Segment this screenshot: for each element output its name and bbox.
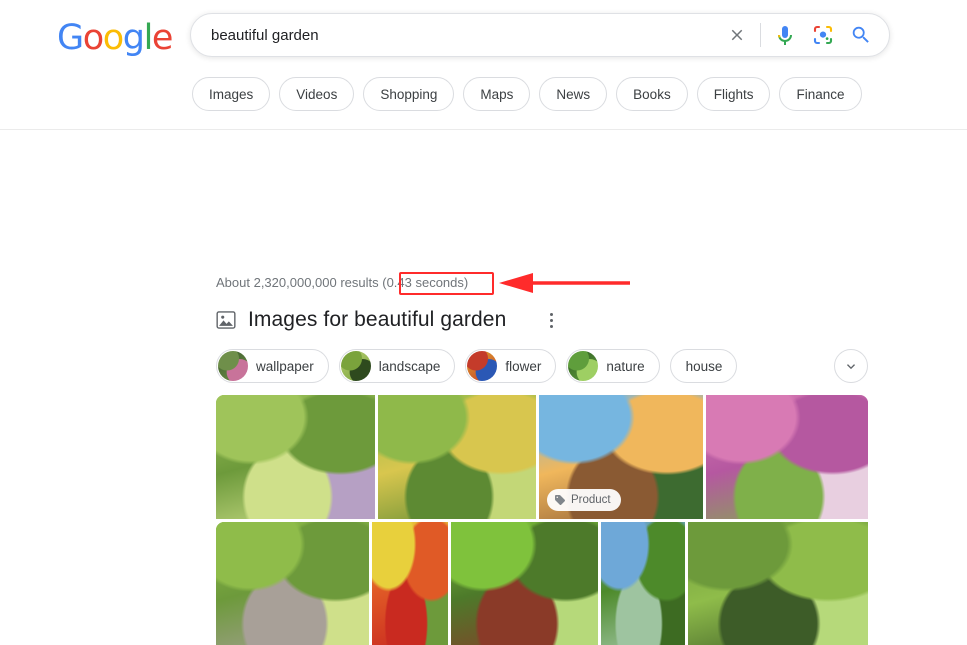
image-thumbnail — [216, 522, 369, 645]
image-thumbnail — [450, 522, 599, 645]
tab-news[interactable]: News — [539, 77, 608, 111]
image-thumbnail — [216, 395, 375, 519]
image-tile-lawn-with-tree[interactable] — [450, 522, 599, 645]
logo-letter-g: g — [122, 18, 145, 58]
logo-letter-o1: o — [82, 18, 104, 58]
microphone-icon[interactable] — [773, 23, 797, 47]
tab-maps[interactable]: Maps — [463, 77, 531, 111]
image-tile-hedge-water-canal[interactable] — [601, 522, 685, 645]
filter-chip-flower[interactable]: flower — [465, 349, 557, 383]
chip-label: flower — [505, 358, 542, 374]
chip-thumbnail-nature — [568, 351, 599, 381]
result-count-text: About 2,320,000,000 results — [216, 275, 383, 290]
tab-flights[interactable]: Flights — [696, 77, 771, 111]
result-time-text: (0.43 seconds) — [382, 275, 469, 290]
image-tile-topiary-garden-view[interactable] — [687, 522, 868, 645]
image-results-grid: Product — [216, 395, 868, 645]
tag-icon — [555, 495, 565, 505]
logo-letter-l: l — [143, 18, 154, 58]
annotation-arrow — [499, 273, 630, 293]
filter-chip-nature[interactable]: nature — [566, 349, 660, 383]
filter-chip-house[interactable]: house — [669, 349, 738, 383]
badge-label: Product — [571, 494, 611, 506]
image-tile-floral-castle-park[interactable] — [706, 395, 868, 519]
search-bar[interactable] — [190, 13, 890, 57]
tab-books[interactable]: Books — [616, 77, 688, 111]
chip-thumbnail-flower — [467, 351, 498, 381]
chip-label: house — [685, 358, 723, 374]
main-content: About 2,320,000,000 results (0.43 second… — [0, 130, 967, 645]
clear-icon[interactable] — [724, 22, 750, 48]
search-divider — [760, 23, 761, 47]
filter-chip-wallpaper[interactable]: wallpaper — [216, 349, 329, 383]
logo-letter-G: G — [57, 18, 84, 58]
image-thumbnail — [371, 522, 448, 645]
product-badge: Product — [547, 489, 621, 511]
chevron-down-icon[interactable] — [834, 349, 868, 383]
result-stats: About 2,320,000,000 results (0.43 second… — [216, 275, 468, 290]
image-tile-green-garden-path[interactable] — [216, 395, 375, 519]
image-thumbnail — [378, 395, 536, 519]
logo-letter-e: e — [151, 18, 174, 58]
image-thumbnail — [601, 522, 685, 645]
tab-images[interactable]: Images — [192, 77, 271, 111]
image-thumbnail — [687, 522, 868, 645]
google-lens-icon[interactable] — [811, 23, 835, 47]
image-tile-flowering-arbor[interactable] — [378, 395, 536, 519]
chip-label: landscape — [378, 358, 441, 374]
image-icon — [216, 311, 236, 329]
page-header: Google beautiful garden Images Videos Sh… — [0, 0, 967, 130]
filter-chip-landscape[interactable]: landscape — [338, 349, 456, 383]
image-tile-tulip-border-path[interactable] — [371, 522, 448, 645]
chip-thumbnail-wallpaper — [218, 351, 248, 381]
page-title: Images for beautiful garden — [248, 308, 507, 331]
tab-shopping[interactable]: Shopping — [363, 77, 455, 111]
more-options-icon[interactable] — [542, 309, 560, 331]
tab-finance[interactable]: Finance — [779, 77, 862, 111]
logo-letter-o2: o — [102, 18, 124, 58]
image-filter-chips: wallpaper landscape flower nature house — [216, 349, 868, 383]
search-icon[interactable] — [849, 23, 873, 47]
image-thumbnail — [706, 395, 868, 519]
image-grid-row: Product — [216, 395, 868, 519]
image-grid-row — [216, 522, 868, 645]
search-input[interactable] — [211, 26, 724, 44]
search-tabs: Images Videos Shopping Maps News Books F… — [192, 77, 862, 111]
tab-videos[interactable]: Videos — [279, 77, 355, 111]
image-tile-sunset-hillside-garden[interactable]: Product — [539, 395, 703, 519]
images-section-header: Images for beautiful garden — [216, 308, 560, 332]
chip-thumbnail-landscape — [340, 351, 371, 381]
image-tile-vine-archway-walk[interactable] — [216, 522, 369, 645]
chip-label: nature — [606, 358, 645, 374]
google-logo[interactable]: Google — [57, 18, 174, 58]
chip-label: wallpaper — [256, 358, 314, 374]
